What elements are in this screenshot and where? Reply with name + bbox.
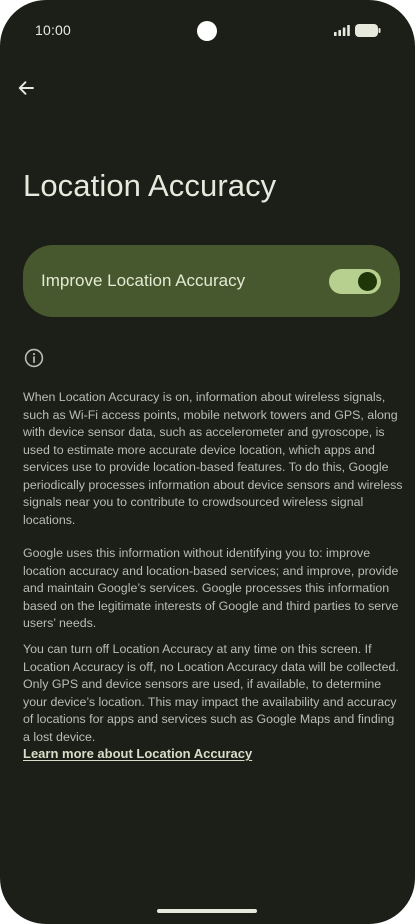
home-indicator[interactable] [157, 909, 257, 913]
page-title: Location Accuracy [23, 168, 277, 203]
signal-icon [334, 25, 350, 36]
learn-more-link[interactable]: Learn more about Location Accuracy [23, 746, 252, 761]
arrow-left-icon [18, 81, 34, 95]
info-icon [24, 348, 44, 368]
battery-icon [355, 24, 381, 37]
phone-screen: 10:00 Location Accuracy Improve Location… [0, 0, 415, 924]
main-switch-label: Improve Location Accuracy [41, 271, 246, 290]
status-bar: 10:00 [0, 0, 415, 62]
toggle-switch[interactable] [329, 269, 381, 294]
info-paragraph-1: When Location Accuracy is on, informatio… [23, 390, 403, 527]
toggle-thumb [358, 272, 377, 291]
improve-location-accuracy-switch[interactable]: Improve Location Accuracy [23, 245, 400, 317]
back-button[interactable] [12, 74, 40, 102]
camera-cutout [197, 21, 217, 41]
status-time: 10:00 [35, 22, 72, 38]
info-paragraph-3: You can turn off Location Accuracy at an… [23, 642, 399, 744]
info-paragraph-2: Google uses this information without ide… [23, 546, 399, 630]
